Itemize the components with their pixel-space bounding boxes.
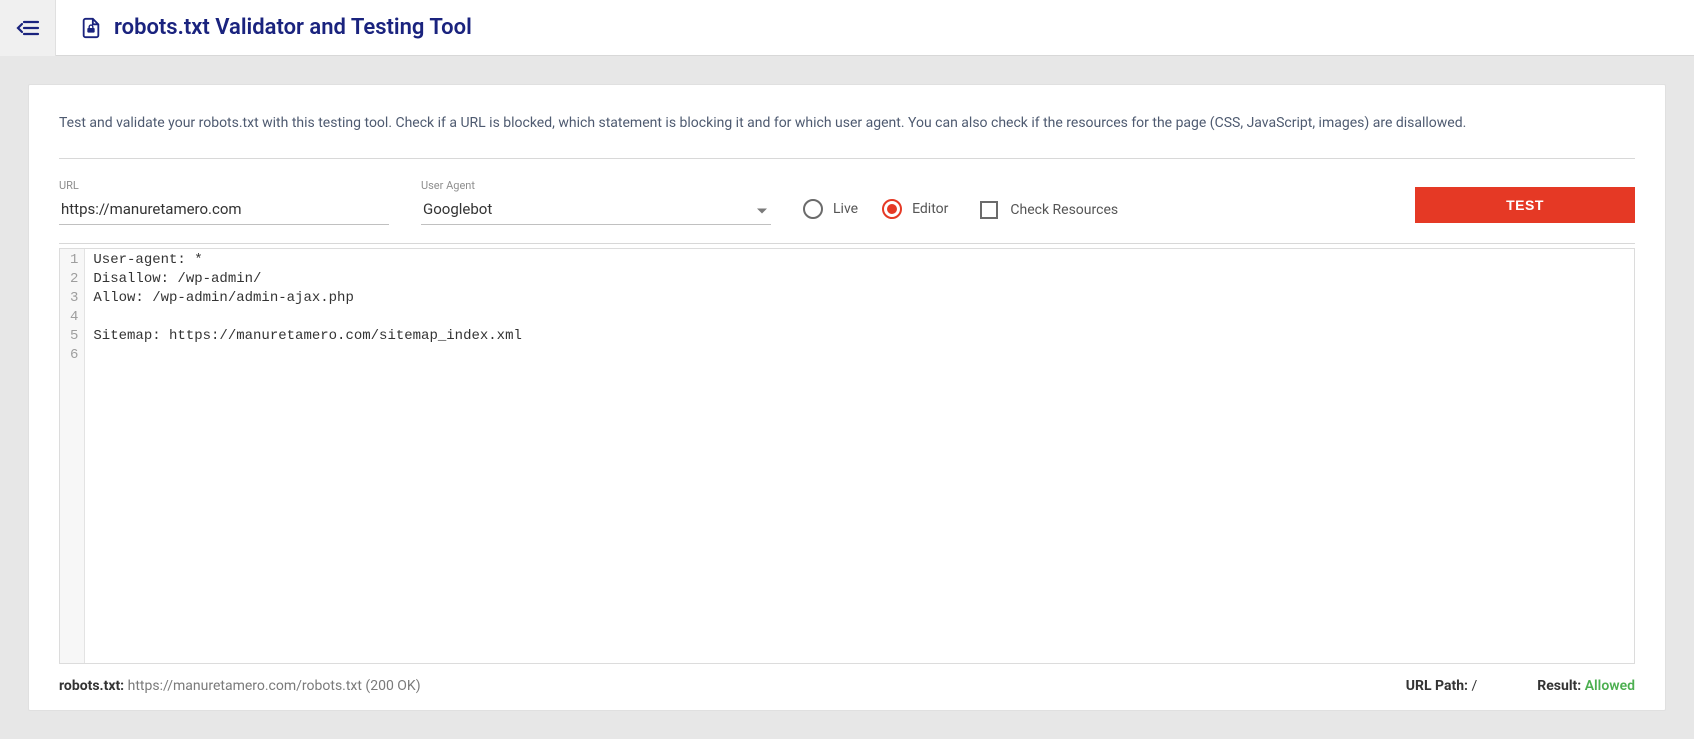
url-input[interactable] [59,196,389,225]
editor-gutter: 123456 [60,249,85,663]
mode-radio-group: Live Editor [803,199,948,225]
line-number: 1 [70,251,78,270]
result-value: Allowed [1585,678,1635,694]
robots-value: https://manuretamero.com/robots.txt (200… [128,678,421,694]
line-number: 5 [70,327,78,346]
menu-collapse-icon [16,16,40,40]
page-title: robots.txt Validator and Testing Tool [56,15,472,40]
check-resources-label: Check Resources [1010,202,1118,218]
code-line: Allow: /wp-admin/admin-ajax.php [93,289,1626,308]
robots-label: robots.txt: [59,678,124,694]
code-line [93,346,1626,365]
status-bar: robots.txt: https://manuretamero.com/rob… [59,664,1635,694]
url-path-label: URL Path: [1406,678,1468,694]
result-label: Result: [1537,678,1581,694]
check-resources-checkbox[interactable]: Check Resources [980,201,1118,225]
robots-status: robots.txt: https://manuretamero.com/rob… [59,678,421,694]
mode-editor-label: Editor [912,201,948,217]
code-line: Disallow: /wp-admin/ [93,270,1626,289]
top-bar: robots.txt Validator and Testing Tool [0,0,1694,56]
main-card: Test and validate your robots.txt with t… [28,84,1666,711]
intro-text: Test and validate your robots.txt with t… [59,113,1635,159]
code-line [93,308,1626,327]
url-path-value: / [1471,678,1477,694]
user-agent-label: User Agent [421,179,771,192]
radio-icon [803,199,823,219]
code-editor[interactable]: 123456 User-agent: *Disallow: /wp-admin/… [59,248,1635,664]
line-number: 3 [70,289,78,308]
url-path-status: URL Path: / [1406,678,1477,694]
mode-live-radio[interactable]: Live [803,199,858,219]
line-number: 2 [70,270,78,289]
user-agent-select[interactable]: Googlebot [421,196,771,225]
url-field: URL [59,179,389,225]
result-status: Result: Allowed [1537,678,1635,694]
editor-content[interactable]: User-agent: *Disallow: /wp-admin/Allow: … [85,249,1634,663]
mode-editor-radio[interactable]: Editor [882,199,948,219]
line-number: 4 [70,308,78,327]
url-label: URL [59,179,389,192]
line-number: 6 [70,346,78,365]
page-title-text: robots.txt Validator and Testing Tool [114,15,472,40]
file-icon [80,17,102,39]
mode-live-label: Live [833,201,858,217]
controls-row: URL User Agent Googlebot Live Editor Che… [59,159,1635,244]
radio-checked-icon [882,199,902,219]
user-agent-field: User Agent Googlebot [421,179,771,225]
code-line: User-agent: * [93,251,1626,270]
code-line: Sitemap: https://manuretamero.com/sitema… [93,327,1626,346]
test-button[interactable]: TEST [1415,187,1635,223]
checkbox-icon [980,201,998,219]
menu-toggle[interactable] [0,0,56,56]
